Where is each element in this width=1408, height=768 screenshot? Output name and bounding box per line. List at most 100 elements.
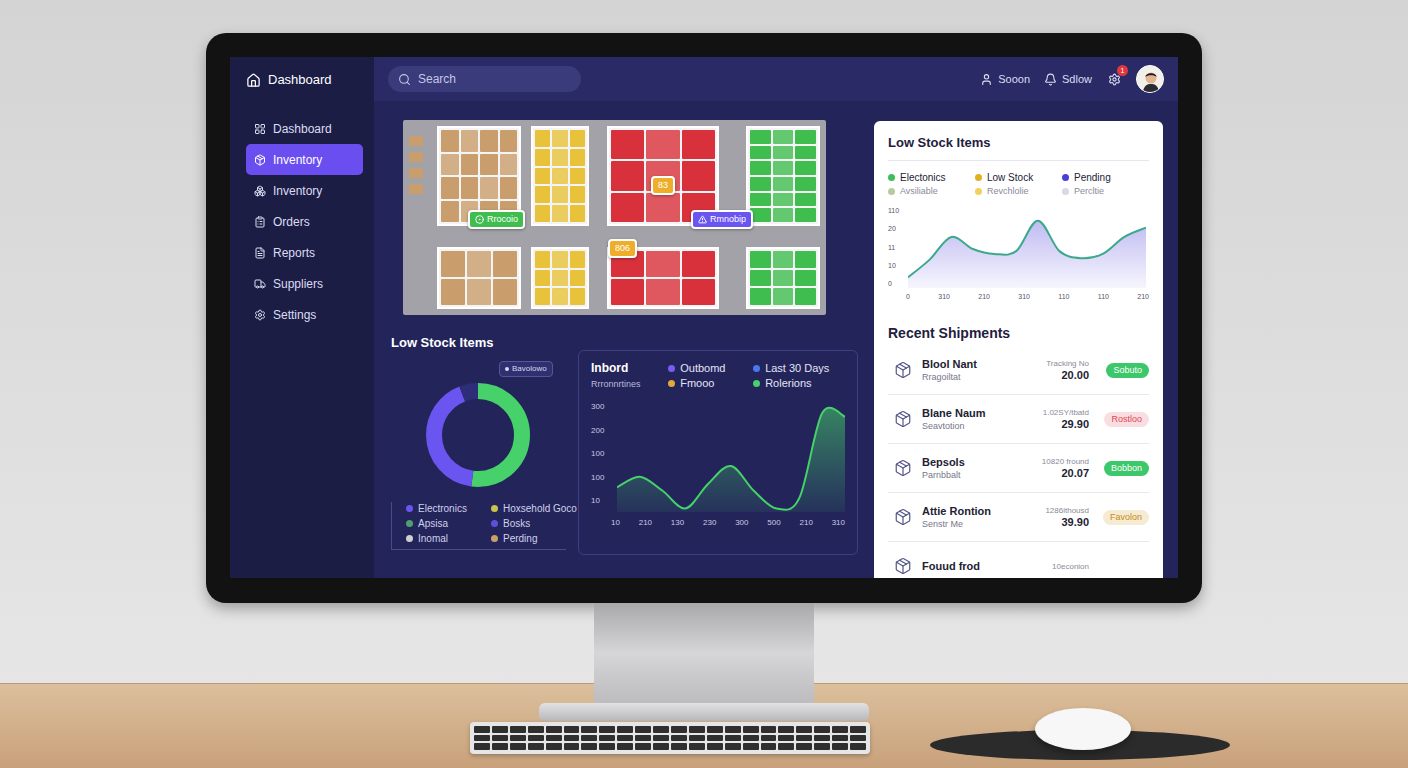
- package-icon: [894, 361, 912, 379]
- donut-segment[interactable]: [434, 391, 522, 479]
- key: [778, 726, 794, 733]
- legend-dot: [1062, 174, 1069, 181]
- storage-cell: [773, 251, 794, 268]
- legend-dot: [888, 188, 895, 195]
- legend-dot: [505, 367, 509, 371]
- key: [743, 735, 759, 742]
- sidebar-item[interactable]: Suppliers: [246, 268, 363, 299]
- y-tick: 20: [888, 224, 902, 233]
- shipment-name: Blane NaumSeavtotion: [922, 407, 1032, 432]
- sidebar-list: DashboardInventoryInventoryOrdersReports…: [246, 113, 363, 330]
- x-tick: 310: [1018, 292, 1030, 301]
- legend-dot: [491, 520, 498, 527]
- legend-item: Rolerions: [753, 377, 845, 390]
- sidebar-item[interactable]: Inventory: [246, 175, 363, 206]
- map-column: [746, 126, 820, 309]
- sidebar-item[interactable]: Reports: [246, 237, 363, 268]
- storage-cell: [493, 279, 517, 305]
- flow-chart-panel: InbordOutbomdLast 30 DaysRrronnrtinesFmo…: [578, 350, 858, 555]
- key: [474, 743, 490, 750]
- storage-cell: [480, 154, 498, 176]
- key: [581, 726, 597, 733]
- key: [671, 735, 687, 742]
- storage-cell: [795, 208, 816, 222]
- donut-segment[interactable]: [434, 391, 522, 479]
- map-pin[interactable]: 806: [608, 239, 637, 258]
- map-zone[interactable]: [437, 247, 521, 309]
- storage-cell: [570, 186, 585, 203]
- stock-card: Low Stock ItemsElectonicsLow StockPendin…: [874, 121, 1163, 578]
- key: [778, 735, 794, 742]
- settings-button[interactable]: 1: [1106, 71, 1122, 87]
- shipment-row[interactable]: BepsolsParnbbalt10820 fround20.07Bobbon: [888, 444, 1149, 493]
- shipment-tracking: 10820 fround20.07: [1042, 456, 1089, 480]
- key: [474, 735, 490, 742]
- sidebar-item[interactable]: Orders: [246, 206, 363, 237]
- avatar[interactable]: [1136, 65, 1164, 93]
- user-icon: [980, 73, 993, 86]
- notifications[interactable]: Sdlow: [1044, 73, 1092, 86]
- warehouse-map[interactable]: Rrocoio Rmnobip 83 806: [403, 120, 826, 315]
- search-field[interactable]: Search: [388, 66, 581, 92]
- key: [832, 735, 848, 742]
- storage-cell: [461, 154, 479, 176]
- y-axis: 1102011100: [888, 206, 902, 288]
- shipment-tracking: 1.02SY/tbatd29.90: [1042, 407, 1089, 431]
- sidebar-logo[interactable]: Dashboard: [246, 72, 363, 88]
- shipment-row[interactable]: Blool NantRragoiltatTracking No20.00Sobu…: [888, 346, 1149, 395]
- legend-item: Revchlolie: [975, 185, 1062, 197]
- chart-line: [908, 221, 1146, 278]
- y-tick: 110: [888, 206, 902, 215]
- x-tick: 110: [1098, 292, 1109, 301]
- legend-item: Apsisa: [406, 517, 481, 530]
- nav-icon: [254, 278, 266, 290]
- storage-cell: [750, 251, 771, 268]
- legend-item: Bosks: [491, 517, 566, 530]
- storage-cell: [535, 288, 550, 305]
- key: [689, 726, 705, 733]
- storage-cell: [611, 130, 644, 159]
- shipment-row[interactable]: Fouud frod10econion: [888, 542, 1149, 578]
- sidebar-item[interactable]: Dashboard: [246, 113, 363, 144]
- storage-cell: [750, 288, 771, 305]
- storage-cell: [773, 130, 794, 144]
- mouse[interactable]: [1035, 708, 1131, 750]
- key: [743, 743, 759, 750]
- donut-chart[interactable]: [423, 380, 533, 490]
- key: [796, 726, 812, 733]
- user-menu[interactable]: Sooon: [980, 73, 1030, 86]
- storage-cell: [646, 130, 679, 159]
- map-pin[interactable]: Rmnobip: [691, 210, 753, 229]
- key: [492, 735, 508, 742]
- storage-cell: [570, 205, 585, 222]
- map-zone[interactable]: [746, 126, 820, 226]
- key: [671, 726, 687, 733]
- shipment-row[interactable]: Attie RontionSenstr Me1286ithousd39.90Fa…: [888, 493, 1149, 542]
- storage-cell: [795, 146, 816, 160]
- key: [564, 743, 580, 750]
- shipment-name: BepsolsParnbbalt: [922, 456, 1032, 481]
- legend-dot: [668, 380, 675, 387]
- sidebar-item[interactable]: Inventory: [246, 144, 363, 175]
- map-pin[interactable]: 83: [651, 176, 675, 195]
- donut-segment[interactable]: [434, 391, 522, 479]
- y-tick: 100: [591, 449, 611, 459]
- nav-icon: [254, 309, 266, 321]
- legend-item: Avsiliable: [888, 185, 975, 197]
- storage-cell: [441, 251, 465, 277]
- key: [528, 743, 544, 750]
- screen: DashboardDashboardInventoryInventoryOrde…: [230, 57, 1178, 578]
- key: [778, 743, 794, 750]
- map-zone[interactable]: [746, 247, 820, 309]
- storage-cell: [500, 130, 518, 152]
- sidebar-item[interactable]: Settings: [246, 299, 363, 330]
- shipment-row[interactable]: Blane NaumSeavtotion1.02SY/tbatd29.90Ros…: [888, 395, 1149, 444]
- keyboard[interactable]: [470, 722, 870, 754]
- storage-cell: [646, 279, 679, 305]
- x-tick: 10: [611, 518, 620, 528]
- divider: [888, 160, 1149, 161]
- map-zone[interactable]: [531, 126, 589, 226]
- map-zone[interactable]: [531, 247, 589, 309]
- map-pin[interactable]: Rrocoio: [468, 210, 525, 229]
- person-icon: [1137, 66, 1164, 93]
